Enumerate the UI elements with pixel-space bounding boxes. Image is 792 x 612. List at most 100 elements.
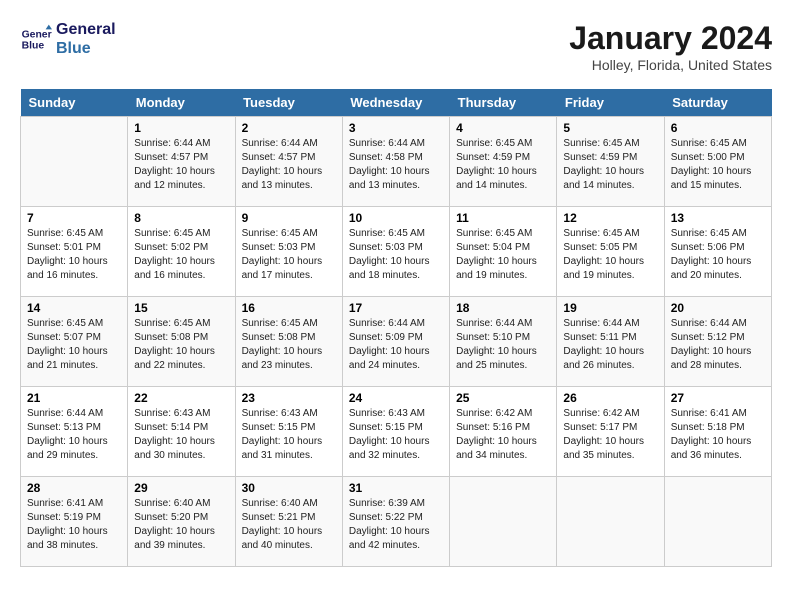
calendar-cell: 28 Sunrise: 6:41 AM Sunset: 5:19 PM Dayl… — [21, 477, 128, 567]
calendar-cell: 25 Sunrise: 6:42 AM Sunset: 5:16 PM Dayl… — [450, 387, 557, 477]
day-info: Sunrise: 6:45 AM Sunset: 4:59 PM Dayligh… — [563, 137, 657, 193]
day-number: 18 — [456, 301, 550, 315]
week-row-3: 14 Sunrise: 6:45 AM Sunset: 5:07 PM Dayl… — [21, 297, 772, 387]
weekday-header-saturday: Saturday — [664, 89, 771, 117]
calendar-cell: 29 Sunrise: 6:40 AM Sunset: 5:20 PM Dayl… — [128, 477, 235, 567]
logo-text-general: General — [56, 20, 116, 39]
day-info: Sunrise: 6:45 AM Sunset: 5:03 PM Dayligh… — [242, 227, 336, 283]
calendar-cell: 19 Sunrise: 6:44 AM Sunset: 5:11 PM Dayl… — [557, 297, 664, 387]
day-number: 7 — [27, 211, 121, 225]
day-info: Sunrise: 6:45 AM Sunset: 4:59 PM Dayligh… — [456, 137, 550, 193]
day-number: 1 — [134, 121, 228, 135]
calendar-cell: 3 Sunrise: 6:44 AM Sunset: 4:58 PM Dayli… — [342, 117, 449, 207]
day-info: Sunrise: 6:41 AM Sunset: 5:19 PM Dayligh… — [27, 497, 121, 553]
weekday-header-friday: Friday — [557, 89, 664, 117]
calendar-cell: 17 Sunrise: 6:44 AM Sunset: 5:09 PM Dayl… — [342, 297, 449, 387]
day-info: Sunrise: 6:43 AM Sunset: 5:15 PM Dayligh… — [242, 407, 336, 463]
day-number: 28 — [27, 481, 121, 495]
weekday-header-monday: Monday — [128, 89, 235, 117]
calendar-cell: 2 Sunrise: 6:44 AM Sunset: 4:57 PM Dayli… — [235, 117, 342, 207]
calendar-cell: 15 Sunrise: 6:45 AM Sunset: 5:08 PM Dayl… — [128, 297, 235, 387]
page-header: General Blue General Blue January 2024 H… — [20, 20, 772, 73]
day-info: Sunrise: 6:45 AM Sunset: 5:06 PM Dayligh… — [671, 227, 765, 283]
day-number: 22 — [134, 391, 228, 405]
weekday-header-wednesday: Wednesday — [342, 89, 449, 117]
calendar-cell — [664, 477, 771, 567]
day-number: 24 — [349, 391, 443, 405]
calendar-cell: 24 Sunrise: 6:43 AM Sunset: 5:15 PM Dayl… — [342, 387, 449, 477]
month-year-title: January 2024 — [569, 20, 772, 57]
calendar-cell: 12 Sunrise: 6:45 AM Sunset: 5:05 PM Dayl… — [557, 207, 664, 297]
day-info: Sunrise: 6:44 AM Sunset: 5:12 PM Dayligh… — [671, 317, 765, 373]
calendar-cell — [557, 477, 664, 567]
day-info: Sunrise: 6:41 AM Sunset: 5:18 PM Dayligh… — [671, 407, 765, 463]
calendar-cell: 20 Sunrise: 6:44 AM Sunset: 5:12 PM Dayl… — [664, 297, 771, 387]
day-number: 8 — [134, 211, 228, 225]
logo-icon: General Blue — [20, 23, 52, 55]
calendar-cell: 9 Sunrise: 6:45 AM Sunset: 5:03 PM Dayli… — [235, 207, 342, 297]
day-number: 5 — [563, 121, 657, 135]
day-number: 19 — [563, 301, 657, 315]
week-row-2: 7 Sunrise: 6:45 AM Sunset: 5:01 PM Dayli… — [21, 207, 772, 297]
day-number: 10 — [349, 211, 443, 225]
calendar-cell: 11 Sunrise: 6:45 AM Sunset: 5:04 PM Dayl… — [450, 207, 557, 297]
day-number: 30 — [242, 481, 336, 495]
calendar-cell: 23 Sunrise: 6:43 AM Sunset: 5:15 PM Dayl… — [235, 387, 342, 477]
week-row-5: 28 Sunrise: 6:41 AM Sunset: 5:19 PM Dayl… — [21, 477, 772, 567]
calendar-cell: 8 Sunrise: 6:45 AM Sunset: 5:02 PM Dayli… — [128, 207, 235, 297]
day-info: Sunrise: 6:39 AM Sunset: 5:22 PM Dayligh… — [349, 497, 443, 553]
day-number: 15 — [134, 301, 228, 315]
day-number: 2 — [242, 121, 336, 135]
day-info: Sunrise: 6:45 AM Sunset: 5:03 PM Dayligh… — [349, 227, 443, 283]
calendar-cell — [450, 477, 557, 567]
day-info: Sunrise: 6:40 AM Sunset: 5:21 PM Dayligh… — [242, 497, 336, 553]
calendar-cell: 31 Sunrise: 6:39 AM Sunset: 5:22 PM Dayl… — [342, 477, 449, 567]
day-info: Sunrise: 6:45 AM Sunset: 5:04 PM Dayligh… — [456, 227, 550, 283]
day-number: 27 — [671, 391, 765, 405]
day-number: 26 — [563, 391, 657, 405]
day-number: 6 — [671, 121, 765, 135]
day-number: 16 — [242, 301, 336, 315]
weekday-header-tuesday: Tuesday — [235, 89, 342, 117]
day-number: 13 — [671, 211, 765, 225]
day-info: Sunrise: 6:44 AM Sunset: 4:57 PM Dayligh… — [134, 137, 228, 193]
day-number: 21 — [27, 391, 121, 405]
day-info: Sunrise: 6:44 AM Sunset: 5:10 PM Dayligh… — [456, 317, 550, 373]
day-info: Sunrise: 6:44 AM Sunset: 4:58 PM Dayligh… — [349, 137, 443, 193]
day-number: 9 — [242, 211, 336, 225]
calendar-cell: 7 Sunrise: 6:45 AM Sunset: 5:01 PM Dayli… — [21, 207, 128, 297]
day-info: Sunrise: 6:40 AM Sunset: 5:20 PM Dayligh… — [134, 497, 228, 553]
calendar-cell: 16 Sunrise: 6:45 AM Sunset: 5:08 PM Dayl… — [235, 297, 342, 387]
calendar-cell: 14 Sunrise: 6:45 AM Sunset: 5:07 PM Dayl… — [21, 297, 128, 387]
calendar-cell — [21, 117, 128, 207]
day-info: Sunrise: 6:45 AM Sunset: 5:07 PM Dayligh… — [27, 317, 121, 373]
day-info: Sunrise: 6:44 AM Sunset: 5:11 PM Dayligh… — [563, 317, 657, 373]
calendar-cell: 5 Sunrise: 6:45 AM Sunset: 4:59 PM Dayli… — [557, 117, 664, 207]
calendar-cell: 21 Sunrise: 6:44 AM Sunset: 5:13 PM Dayl… — [21, 387, 128, 477]
day-number: 12 — [563, 211, 657, 225]
calendar-cell: 27 Sunrise: 6:41 AM Sunset: 5:18 PM Dayl… — [664, 387, 771, 477]
day-info: Sunrise: 6:42 AM Sunset: 5:16 PM Dayligh… — [456, 407, 550, 463]
day-number: 31 — [349, 481, 443, 495]
day-number: 25 — [456, 391, 550, 405]
day-info: Sunrise: 6:45 AM Sunset: 5:08 PM Dayligh… — [134, 317, 228, 373]
weekday-header-sunday: Sunday — [21, 89, 128, 117]
calendar-table: SundayMondayTuesdayWednesdayThursdayFrid… — [20, 89, 772, 567]
day-info: Sunrise: 6:43 AM Sunset: 5:15 PM Dayligh… — [349, 407, 443, 463]
day-info: Sunrise: 6:45 AM Sunset: 5:02 PM Dayligh… — [134, 227, 228, 283]
day-info: Sunrise: 6:43 AM Sunset: 5:14 PM Dayligh… — [134, 407, 228, 463]
week-row-4: 21 Sunrise: 6:44 AM Sunset: 5:13 PM Dayl… — [21, 387, 772, 477]
logo: General Blue General Blue — [20, 20, 116, 58]
calendar-cell: 30 Sunrise: 6:40 AM Sunset: 5:21 PM Dayl… — [235, 477, 342, 567]
day-number: 20 — [671, 301, 765, 315]
weekday-header-thursday: Thursday — [450, 89, 557, 117]
calendar-cell: 18 Sunrise: 6:44 AM Sunset: 5:10 PM Dayl… — [450, 297, 557, 387]
day-number: 11 — [456, 211, 550, 225]
week-row-1: 1 Sunrise: 6:44 AM Sunset: 4:57 PM Dayli… — [21, 117, 772, 207]
svg-text:General: General — [22, 30, 52, 41]
day-number: 14 — [27, 301, 121, 315]
day-info: Sunrise: 6:45 AM Sunset: 5:00 PM Dayligh… — [671, 137, 765, 193]
calendar-cell: 26 Sunrise: 6:42 AM Sunset: 5:17 PM Dayl… — [557, 387, 664, 477]
day-info: Sunrise: 6:45 AM Sunset: 5:01 PM Dayligh… — [27, 227, 121, 283]
day-info: Sunrise: 6:45 AM Sunset: 5:05 PM Dayligh… — [563, 227, 657, 283]
